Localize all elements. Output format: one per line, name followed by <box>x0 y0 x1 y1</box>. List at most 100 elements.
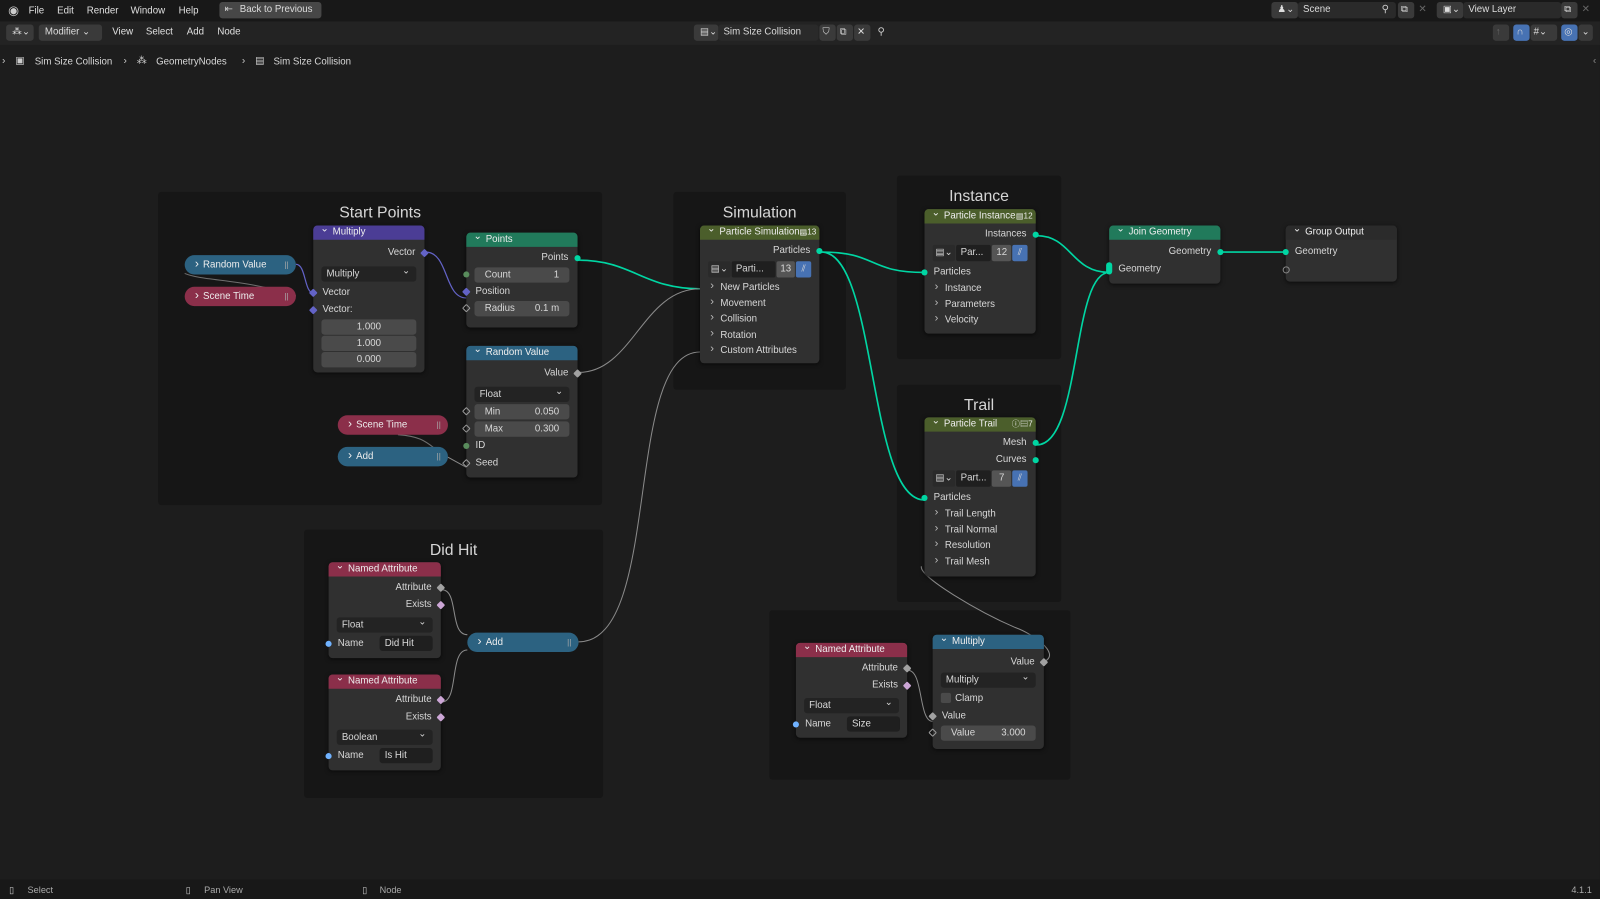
user-count-button[interactable]: 13 <box>776 261 796 278</box>
node-header[interactable]: Group Output <box>1285 225 1397 240</box>
socket[interactable] <box>574 254 581 261</box>
sidebar-toggle-icon[interactable]: ‹ <box>1593 53 1596 69</box>
socket[interactable] <box>816 247 823 254</box>
panel-custom-attributes[interactable]: Custom Attributes <box>700 342 819 359</box>
node-title: Scene Time <box>356 419 408 431</box>
panel-collision[interactable]: Collision <box>700 310 819 327</box>
socket[interactable] <box>921 494 928 501</box>
socket[interactable] <box>1282 248 1289 255</box>
node-group-selector[interactable]: ▤⌄ Parti... 13 ⫽ <box>708 261 812 278</box>
panel-new-particles[interactable]: New Particles <box>700 279 819 296</box>
fake-user-icon[interactable]: ⫽ <box>1012 470 1028 487</box>
browse-group-icon[interactable]: ▤⌄ <box>708 261 731 278</box>
scene-time-collapsed-node-2[interactable]: Scene Time || <box>337 414 448 435</box>
node-header[interactable]: Named Attribute <box>328 562 441 577</box>
operation-dropdown[interactable]: Multiply <box>940 669 1036 688</box>
node-header[interactable]: Join Geometry <box>1109 225 1221 240</box>
socket[interactable] <box>325 640 332 647</box>
fake-user-icon[interactable]: ⫽ <box>1012 244 1028 262</box>
grip-icon: || <box>567 637 572 647</box>
node-header[interactable]: Random Value <box>466 345 578 361</box>
link-attr1-to-add <box>441 589 468 636</box>
user-count: 7 <box>1028 419 1033 429</box>
group-name-field[interactable]: Par... <box>956 244 992 262</box>
vector-x-field[interactable]: 1.000 <box>321 319 417 335</box>
node-group-selector[interactable]: ▤⌄ Part... 7 ⫽ <box>932 470 1028 487</box>
panel-trail-normal[interactable]: Trail Normal <box>924 521 1035 538</box>
socket[interactable] <box>1032 456 1039 463</box>
socket[interactable] <box>463 442 470 449</box>
node-header[interactable]: Named Attribute <box>328 674 441 689</box>
user-count-button[interactable]: 12 <box>992 244 1012 262</box>
particle-simulation-node[interactable]: Particle Simulation...▤13 Particles ▤⌄ P… <box>699 225 823 364</box>
grip-icon: || <box>284 260 289 270</box>
panel-rotation[interactable]: Rotation <box>700 326 819 343</box>
particle-instance-node[interactable]: Particle Instance▤12 Instances ▤⌄ Par...… <box>921 209 1039 334</box>
panel-instance[interactable]: Instance <box>924 280 1035 297</box>
user-count-button[interactable]: 7 <box>992 470 1012 487</box>
node-header[interactable]: Named Attribute <box>795 642 908 658</box>
vector-y-field[interactable]: 1.000 <box>321 335 417 352</box>
panel-parameters[interactable]: Parameters <box>924 295 1035 312</box>
radius-field[interactable]: Radius 0.1 m <box>461 301 570 317</box>
value: 0.000 <box>356 354 382 366</box>
scene-time-collapsed-node[interactable]: Scene Time || <box>184 286 296 307</box>
panel-movement[interactable]: Movement <box>700 294 819 311</box>
clamp-checkbox[interactable]: Clamp <box>933 690 1044 707</box>
data-type-dropdown[interactable]: Float <box>474 384 570 403</box>
fake-user-icon[interactable]: ⫽ <box>796 261 812 278</box>
name-input[interactable]: Is Hit <box>379 747 433 764</box>
socket[interactable] <box>921 268 928 275</box>
named-attribute-node-is-hit[interactable]: Named Attribute Attribute Exists Boolean… <box>325 674 446 771</box>
socket[interactable] <box>325 752 332 759</box>
browse-group-icon[interactable]: ▤⌄ <box>932 470 956 487</box>
socket[interactable] <box>1217 248 1224 255</box>
grip-icon: || <box>436 452 441 462</box>
dropdown-value: Multiply <box>326 268 360 280</box>
checkbox-icon[interactable] <box>940 692 952 704</box>
particle-trail-node[interactable]: Particle Trail ⓘ▤7 Mesh Curves ▤⌄ Part...… <box>921 417 1039 577</box>
group-name-field[interactable]: Part... <box>956 470 992 487</box>
named-attribute-node-did-hit[interactable]: Named Attribute Attribute Exists Float N… <box>325 562 446 659</box>
points-node[interactable]: Points Points Count 1 Position Radius 0.1 … <box>461 232 581 328</box>
min-field[interactable]: Min 0.050 <box>461 404 570 420</box>
node-header[interactable]: Multiply <box>932 634 1044 649</box>
group-name-field[interactable]: Parti... <box>731 261 776 278</box>
panel-velocity[interactable]: Velocity <box>924 311 1035 328</box>
add-collapsed-node-2[interactable]: Add || <box>467 632 579 653</box>
panel-trail-length[interactable]: Trail Length <box>924 505 1035 522</box>
data-type-dropdown[interactable]: Boolean <box>336 727 433 745</box>
random-value-collapsed-node[interactable]: Random Value || <box>184 254 296 275</box>
socket[interactable] <box>463 271 470 278</box>
operation-dropdown[interactable]: Multiply <box>321 263 417 282</box>
data-type-dropdown[interactable]: Float <box>336 614 433 633</box>
group-output-node[interactable]: Group Output Geometry <box>1282 225 1397 282</box>
random-value-node[interactable]: Random Value Value Float Min 0.050 Max 0.3… <box>461 345 582 478</box>
add-collapsed-node[interactable]: Add || <box>337 446 448 467</box>
empty-socket[interactable] <box>1282 265 1290 273</box>
name-input[interactable]: Did Hit <box>379 635 433 652</box>
node-title: Add <box>356 451 374 463</box>
socket[interactable] <box>792 720 799 728</box>
browse-group-icon[interactable]: ▤⌄ <box>932 244 956 262</box>
multi-input-socket[interactable] <box>1106 262 1113 275</box>
multiply-vector-node[interactable]: Multiply Vector Multiply Vector Vector: … <box>308 225 429 373</box>
max-field[interactable]: Max 0.300 <box>461 421 570 437</box>
node-header[interactable]: Multiply <box>313 225 425 240</box>
socket[interactable] <box>1032 439 1039 446</box>
panel-resolution[interactable]: Resolution <box>924 537 1035 554</box>
socket[interactable] <box>1032 231 1039 238</box>
multiply-math-node[interactable]: Multiply Value Multiply Clamp Value Valu… <box>928 634 1049 749</box>
user-count: 13 <box>807 227 817 237</box>
panel-trail-mesh[interactable]: Trail Mesh <box>924 553 1035 570</box>
node-header[interactable]: Points <box>466 232 578 247</box>
named-attribute-node-size[interactable]: Named Attribute Attribute Exists Float N… <box>792 642 912 738</box>
data-type-dropdown[interactable]: Float <box>804 695 899 714</box>
output-attribute: Attribute <box>395 581 432 593</box>
name-input[interactable]: Size <box>846 716 900 732</box>
vector-z-field[interactable]: 0.000 <box>321 352 417 368</box>
node-group-selector[interactable]: ▤⌄ Par... 12 ⫽ <box>932 244 1028 262</box>
value-field[interactable]: Value 3.000 <box>928 725 1036 741</box>
join-geometry-node[interactable]: Join Geometry Geometry Geometry <box>1106 225 1224 284</box>
count-field[interactable]: Count 1 <box>463 267 570 283</box>
